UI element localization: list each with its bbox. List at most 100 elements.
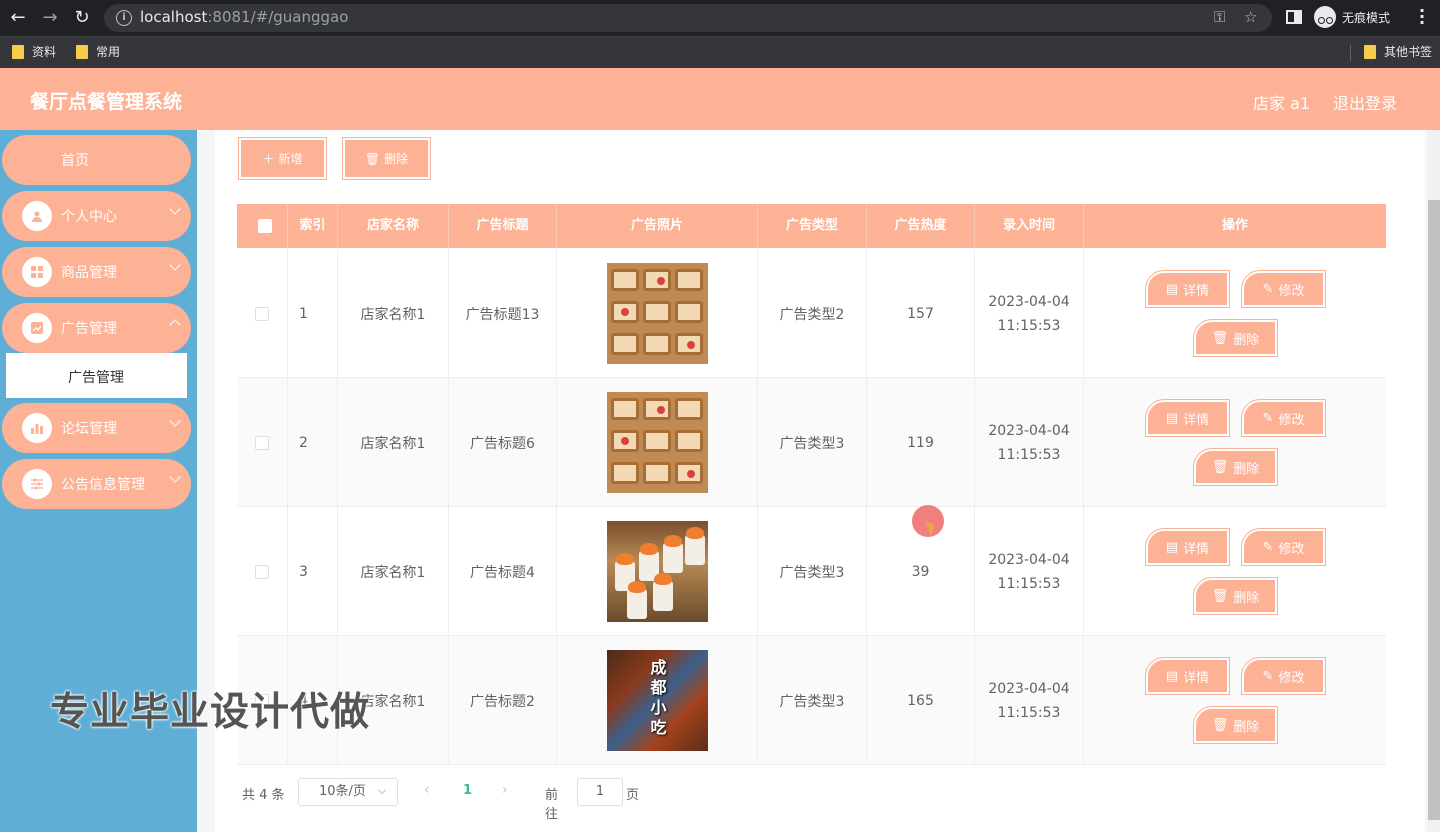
sidebar-item-ads[interactable]: 广告管理 xyxy=(2,303,191,353)
plus-icon: ＋ xyxy=(262,152,275,166)
next-page-icon[interactable]: › xyxy=(502,782,508,798)
chevron-down-icon xyxy=(169,415,181,427)
trash-icon: 🗑 xyxy=(364,151,381,166)
ad-photo[interactable] xyxy=(606,392,708,493)
document-icon: ▤ xyxy=(1165,281,1179,297)
sidebar-item-notices[interactable]: 公告信息管理 xyxy=(2,459,191,509)
row-checkbox[interactable] xyxy=(255,306,269,321)
back-icon[interactable]: ← xyxy=(6,6,30,30)
date-cell: 2023-04-04 11:15:53 xyxy=(975,249,1084,378)
title-cell: 广告标题4 xyxy=(449,507,557,636)
date-text: 2023-04-04 xyxy=(988,293,1070,310)
detail-button[interactable]: ▤ 详情 xyxy=(1145,399,1230,437)
bookmark-label: 其他书签 xyxy=(1384,45,1433,59)
document-icon: ▤ xyxy=(1165,410,1179,426)
sidebar-subitem-ads[interactable]: 广告管理 xyxy=(6,353,187,398)
other-bookmarks[interactable]: 其他书签 xyxy=(1364,43,1432,60)
row-delete-button[interactable]: 🗑 删除 xyxy=(1193,706,1278,744)
detail-button[interactable]: ▤ 详情 xyxy=(1145,270,1230,308)
add-button[interactable]: ＋ 新增 xyxy=(238,137,327,180)
star-icon[interactable]: ☆ xyxy=(1244,8,1257,26)
photo-cell xyxy=(557,507,758,636)
select-all-checkbox[interactable] xyxy=(258,219,272,233)
column-header: 广告标题 xyxy=(449,204,557,248)
type-cell: 广告类型3 xyxy=(758,378,867,507)
more-menu-icon[interactable]: · · · xyxy=(1414,3,1430,31)
sidebar-subitem-label: 广告管理 xyxy=(68,370,124,386)
grid-icon xyxy=(22,257,52,287)
total-count: 共 4 条 xyxy=(242,788,285,803)
page-size-select[interactable]: 10条/页 xyxy=(298,778,398,806)
detail-button[interactable]: ▤ 详情 xyxy=(1145,657,1230,695)
scrollbar-thumb[interactable] xyxy=(1428,200,1440,820)
sidebar-item-profile[interactable]: 个人中心 xyxy=(2,191,191,241)
row-checkbox[interactable] xyxy=(255,564,269,579)
trash-icon: 🗑 xyxy=(1211,717,1229,733)
ad-photo[interactable]: 成都小吃 xyxy=(606,650,708,751)
delete-button[interactable]: 🗑 删除 xyxy=(342,137,431,180)
date-text: 2023-04-04 xyxy=(988,551,1070,568)
edit-button[interactable]: ✎ 修改 xyxy=(1241,270,1326,308)
bookmark-label: 资料 xyxy=(32,45,57,59)
edit-icon: ✎ xyxy=(1262,668,1274,684)
browser-toolbar: ← → ↻ i localhost:8081/#/guanggao ⚿ ☆ 无痕… xyxy=(0,0,1440,36)
edit-label: 修改 xyxy=(1278,412,1305,428)
edit-button[interactable]: ✎ 修改 xyxy=(1241,528,1326,566)
sidebar-item-label: 商品管理 xyxy=(61,265,117,281)
info-icon[interactable]: i xyxy=(116,10,132,26)
forward-icon[interactable]: → xyxy=(38,6,62,30)
logout-link[interactable]: 退出登录 xyxy=(1333,90,1397,114)
delete-label: 删除 xyxy=(1233,719,1260,735)
incognito-label: 无痕模式 xyxy=(1342,10,1391,25)
chevron-down-icon xyxy=(169,471,181,483)
title-cell: 广告标题13 xyxy=(449,249,557,378)
row-delete-button[interactable]: 🗑 删除 xyxy=(1193,319,1278,357)
column-header: 广告热度 xyxy=(867,204,975,248)
column-header: 录入时间 xyxy=(975,204,1084,248)
column-header: 广告类型 xyxy=(758,204,867,248)
type-cell: 广告类型2 xyxy=(758,249,867,378)
index-cell: 2 xyxy=(288,378,338,507)
time-text: 11:15:53 xyxy=(997,575,1061,592)
photo-cell xyxy=(557,249,758,378)
chart-icon xyxy=(22,313,52,343)
shop-cell: 店家名称1 xyxy=(338,507,449,636)
key-icon[interactable]: ⚿ xyxy=(1214,8,1225,26)
ad-photo[interactable] xyxy=(606,263,708,364)
bookmark-folder[interactable]: 资料 xyxy=(12,43,56,60)
date-cell: 2023-04-04 11:15:53 xyxy=(975,507,1084,636)
delete-button-label: 删除 xyxy=(384,152,409,166)
goto-page-input[interactable]: 1 xyxy=(577,778,623,806)
reload-icon[interactable]: ↻ xyxy=(70,6,94,30)
edit-button[interactable]: ✎ 修改 xyxy=(1241,399,1326,437)
row-delete-button[interactable]: 🗑 删除 xyxy=(1193,448,1278,486)
page-suffix: 页 xyxy=(626,788,640,803)
prev-page-icon[interactable]: ‹ xyxy=(424,782,430,798)
chevron-down-icon xyxy=(377,785,387,795)
sidebar-item-forum[interactable]: 论坛管理 xyxy=(2,403,191,453)
ad-photo[interactable] xyxy=(606,521,708,622)
document-icon: ▤ xyxy=(1165,539,1179,555)
detail-button[interactable]: ▤ 详情 xyxy=(1145,528,1230,566)
table-row: 3 店家名称1 广告标题4 广告类型3 39 2023-04-04 11:15:… xyxy=(237,507,1386,636)
row-checkbox[interactable] xyxy=(255,435,269,450)
photo-cell xyxy=(557,378,758,507)
checkbox-cell xyxy=(237,507,288,636)
sidebar-item-home[interactable]: 首页 xyxy=(2,135,191,185)
page-number[interactable]: 1 xyxy=(463,783,472,798)
address-bar[interactable]: i localhost:8081/#/guanggao ⚿ ☆ xyxy=(104,4,1272,32)
title-cell: 广告标题2 xyxy=(449,636,557,765)
time-text: 11:15:53 xyxy=(997,446,1061,463)
divider xyxy=(1350,45,1351,61)
edit-button[interactable]: ✎ 修改 xyxy=(1241,657,1326,695)
table-header: 索引 店家名称 广告标题 广告照片 广告类型 广告热度 录入时间 操作 xyxy=(237,204,1386,248)
time-text: 11:15:53 xyxy=(997,704,1061,721)
incognito-indicator[interactable]: 无痕模式 xyxy=(1314,5,1390,29)
row-delete-button[interactable]: 🗑 删除 xyxy=(1193,577,1278,615)
side-panel-icon[interactable] xyxy=(1286,10,1302,24)
bookmark-folder[interactable]: 常用 xyxy=(76,43,120,60)
table-row: 2 店家名称1 广告标题6 广告类型3 119 2023-04-04 11:15… xyxy=(237,378,1386,507)
shop-cell: 店家名称1 xyxy=(338,249,449,378)
add-button-label: 新增 xyxy=(278,152,303,166)
sidebar-item-products[interactable]: 商品管理 xyxy=(2,247,191,297)
